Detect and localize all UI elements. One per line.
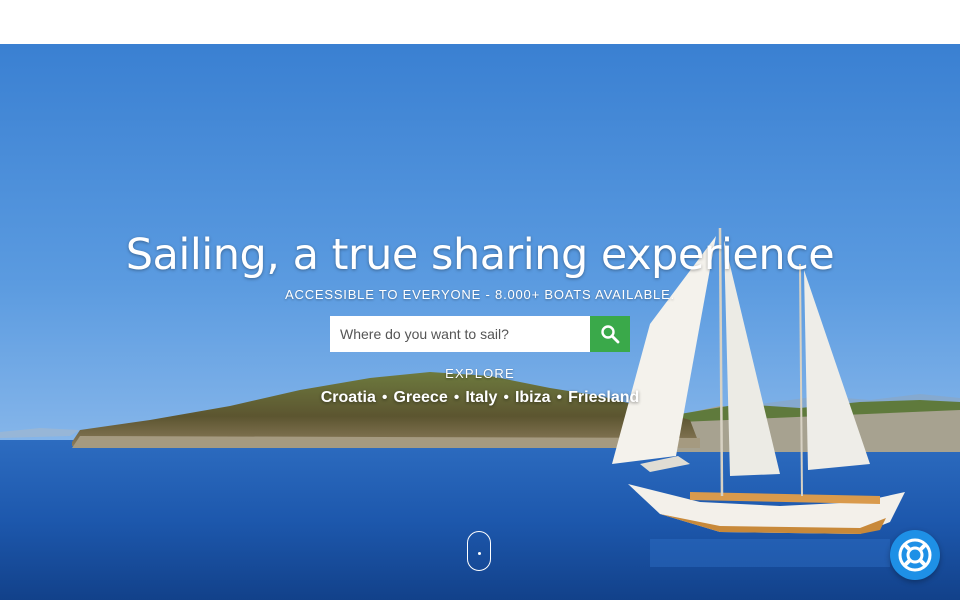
hero-section: Sailing, a true sharing experience ACCES… [0,44,960,600]
mouse-scroll-icon[interactable] [467,531,491,571]
hero-subheadline: ACCESSIBLE TO EVERYONE - 8.000+ BOATS AV… [285,287,675,302]
destination-search-form [330,316,630,352]
destination-link-ibiza[interactable]: Ibiza [515,389,551,406]
scroll-dot [478,552,481,555]
destination-link-italy[interactable]: Italy [465,389,497,406]
lifebuoy-icon [898,538,932,572]
destination-link-croatia[interactable]: Croatia [321,389,376,406]
separator: • [503,389,509,406]
hero-headline: Sailing, a true sharing experience [125,230,835,280]
search-button[interactable] [590,316,630,352]
destination-links: Croatia • Greece • Italy • Ibiza • Friesland [0,389,960,407]
separator: • [453,389,460,406]
search-icon [601,325,620,344]
help-button[interactable] [890,530,940,580]
destination-link-greece[interactable]: Greece [393,389,447,406]
top-navigation-bar [0,0,960,44]
separator: • [556,389,563,406]
destination-search-input[interactable] [330,316,590,352]
separator: • [381,389,388,406]
destination-link-friesland[interactable]: Friesland [568,389,639,406]
explore-label: EXPLORE [445,366,515,381]
